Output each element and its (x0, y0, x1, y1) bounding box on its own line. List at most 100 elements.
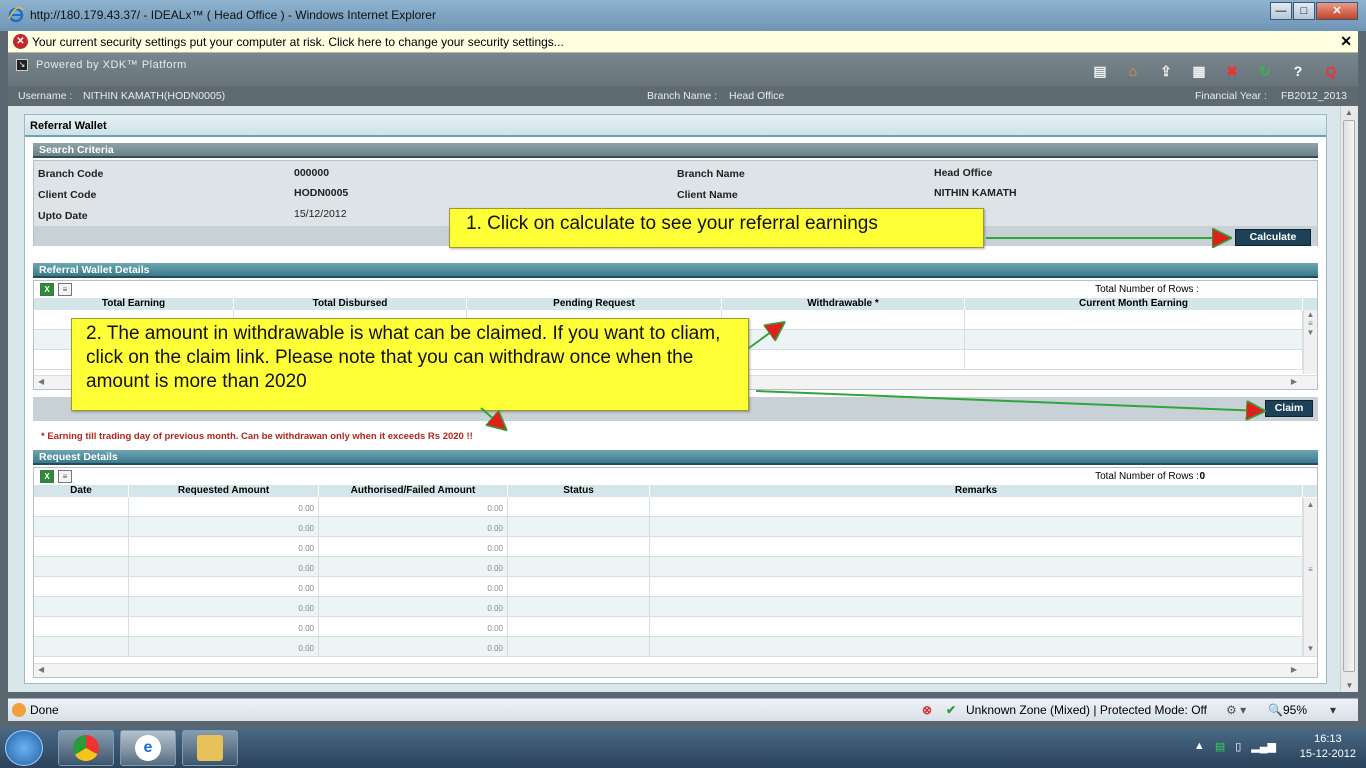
security-warning-message[interactable]: Your current security settings put your … (32, 35, 564, 49)
wallet-grid-header: Total Earning Total Disbursed Pending Re… (34, 298, 1317, 310)
report-icon[interactable]: ▤ (1091, 62, 1109, 80)
table-row[interactable]: 0.00 0.00 (34, 557, 1317, 577)
table-row[interactable]: 0.00 0.00 (34, 597, 1317, 617)
close-security-bar-button[interactable]: ✕ (1340, 33, 1352, 50)
start-button[interactable] (5, 730, 43, 766)
column-header[interactable]: Total Disbursed (234, 298, 467, 310)
maximize-button[interactable]: □ (1293, 2, 1315, 20)
request-horizontal-scrollbar[interactable]: ◀ ▶ (34, 663, 1317, 677)
grid-cell (650, 617, 1303, 636)
grid-cell: 0.00 (129, 557, 319, 576)
callout-withdrawable: 2. The amount in withdrawable is what ca… (71, 318, 749, 411)
security-zone-text[interactable]: Unknown Zone (Mixed) | Protected Mode: O… (966, 703, 1207, 717)
column-header[interactable]: Date (34, 485, 129, 497)
column-header[interactable]: Authorised/Failed Amount (319, 485, 508, 497)
branch-name-label: Branch Name : (647, 90, 718, 102)
wallet-vertical-scrollbar[interactable]: ▲ ≡ ▼ (1303, 310, 1317, 374)
search-criteria-header: Search Criteria (33, 143, 1318, 158)
grid-cell (34, 637, 129, 656)
zoom-level[interactable]: 95% (1283, 703, 1307, 717)
blocked-content-icon[interactable]: ⊗ (922, 703, 932, 717)
column-header[interactable]: Pending Request (467, 298, 722, 310)
grid-cell: 0.00 (319, 557, 508, 576)
export-excel-icon[interactable]: X (40, 470, 54, 483)
show-hidden-icons-icon[interactable]: ▲ (1194, 740, 1205, 753)
export-text-icon[interactable]: ≡ (58, 283, 72, 296)
grid-cell (650, 597, 1303, 616)
security-warning-bar[interactable]: ✕ Your current security settings put you… (8, 31, 1358, 53)
help-icon[interactable]: ? (1289, 62, 1307, 80)
client-code-field[interactable]: HODN0005 (294, 187, 348, 199)
grid-cell: 0.00 (319, 617, 508, 636)
grid-cell: 0.00 (319, 597, 508, 616)
export-text-icon[interactable]: ≡ (58, 470, 72, 483)
tray-device-icon[interactable]: ▯ (1235, 740, 1241, 753)
grid-cell: 0.00 (129, 537, 319, 556)
claim-button[interactable]: Claim (1265, 400, 1313, 417)
upload-icon[interactable]: ⇪ (1157, 62, 1175, 80)
chrome-icon (73, 735, 99, 761)
xdk-logo-icon: ↘ (16, 59, 28, 71)
username-value: NITHIN KAMATH(HODN0005) (83, 90, 226, 102)
client-code-label: Client Code (38, 189, 97, 201)
request-row-count-label: Total Number of Rows : (1095, 471, 1199, 482)
calculate-button[interactable]: Calculate (1235, 229, 1311, 246)
minimize-button[interactable]: — (1270, 2, 1292, 20)
request-vertical-scrollbar[interactable]: ▲ ≡ ▼ (1303, 498, 1317, 656)
column-header[interactable]: Requested Amount (129, 485, 319, 497)
table-row[interactable]: 0.00 0.00 (34, 517, 1317, 537)
table-row[interactable]: 0.00 0.00 (34, 537, 1317, 557)
refresh-icon[interactable]: ↻ (1256, 62, 1274, 80)
close-window-button[interactable]: ✕ (1316, 2, 1358, 20)
taskbar-ie-button[interactable]: e (120, 730, 176, 766)
taskbar-chrome-button[interactable] (58, 730, 114, 766)
username-label: Username : (18, 90, 73, 102)
grid-cell (650, 577, 1303, 596)
column-header[interactable]: Total Earning (34, 298, 234, 310)
column-header[interactable]: Status (508, 485, 650, 497)
zoom-dropdown-icon[interactable]: ▾ (1330, 703, 1336, 717)
scrollbar-thumb[interactable] (1343, 120, 1355, 672)
network-icon[interactable]: ▂▄▆ (1251, 740, 1276, 753)
protected-mode-icon[interactable]: ⚙ ▾ (1226, 703, 1246, 717)
security-warning-icon: ✕ (13, 34, 28, 49)
financial-year-value: FB2012_2013 (1281, 90, 1347, 102)
clock[interactable]: 16:13 15-12-2012 (1300, 732, 1356, 762)
grid-cell (722, 330, 965, 349)
request-details-grid: X ≡ Total Number of Rows : 0 Date Reques… (33, 467, 1318, 678)
stop-icon[interactable]: ✖ (1223, 62, 1241, 80)
grid-cell (650, 537, 1303, 556)
system-tray: ▲ ▤ ▯ ▂▄▆ (1184, 740, 1276, 753)
grid-cell (34, 617, 129, 636)
branch-name-field-value: Head Office (934, 167, 993, 179)
app-header: ↘ Powered by XDK™ Platform ▤ ⌂ ⇪ ▦ ✖ ↻ ?… (8, 53, 1358, 86)
zone-check-icon: ✔ (946, 703, 957, 717)
grid-cell: 0.00 (319, 637, 508, 656)
calendar-icon[interactable]: ▦ (1190, 62, 1208, 80)
windows-taskbar: e ▲ ▤ ▯ ▂▄▆ 16:13 15-12-2012 (0, 728, 1366, 768)
client-name-value: NITHIN KAMATH (934, 187, 1017, 199)
home-icon[interactable]: ⌂ (1124, 62, 1142, 80)
logout-icon[interactable]: Q (1322, 62, 1340, 80)
request-rows: 0.00 0.00 0.00 0.00 0.00 0.00 0.00 0.00 0.00 0.00… (34, 497, 1317, 657)
grid-cell: 0.00 (129, 617, 319, 636)
export-excel-icon[interactable]: X (40, 283, 54, 296)
table-row[interactable]: 0.00 0.00 (34, 637, 1317, 657)
clock-time: 16:13 (1314, 733, 1342, 745)
grid-cell (508, 617, 650, 636)
upto-date-field[interactable]: 15/12/2012 (294, 208, 347, 220)
column-header[interactable]: Withdrawable * (722, 298, 965, 310)
grid-cell (508, 517, 650, 536)
browser-status-bar: Done ⊗ ✔ Unknown Zone (Mixed) | Protecte… (8, 698, 1358, 721)
internet-explorer-icon (8, 7, 24, 23)
column-header[interactable]: Remarks (650, 485, 1303, 497)
tray-app-icon[interactable]: ▤ (1215, 740, 1225, 753)
taskbar-explorer-button[interactable] (182, 730, 238, 766)
table-row[interactable]: 0.00 0.00 (34, 577, 1317, 597)
column-header[interactable]: Current Month Earning (965, 298, 1303, 310)
table-row[interactable]: 0.00 0.00 (34, 497, 1317, 517)
table-row[interactable]: 0.00 0.00 (34, 617, 1317, 637)
grid-cell (965, 350, 1303, 369)
page-vertical-scrollbar[interactable]: ▲ ▼ (1340, 106, 1357, 692)
callout-calculate: 1. Click on calculate to see your referr… (449, 208, 984, 248)
